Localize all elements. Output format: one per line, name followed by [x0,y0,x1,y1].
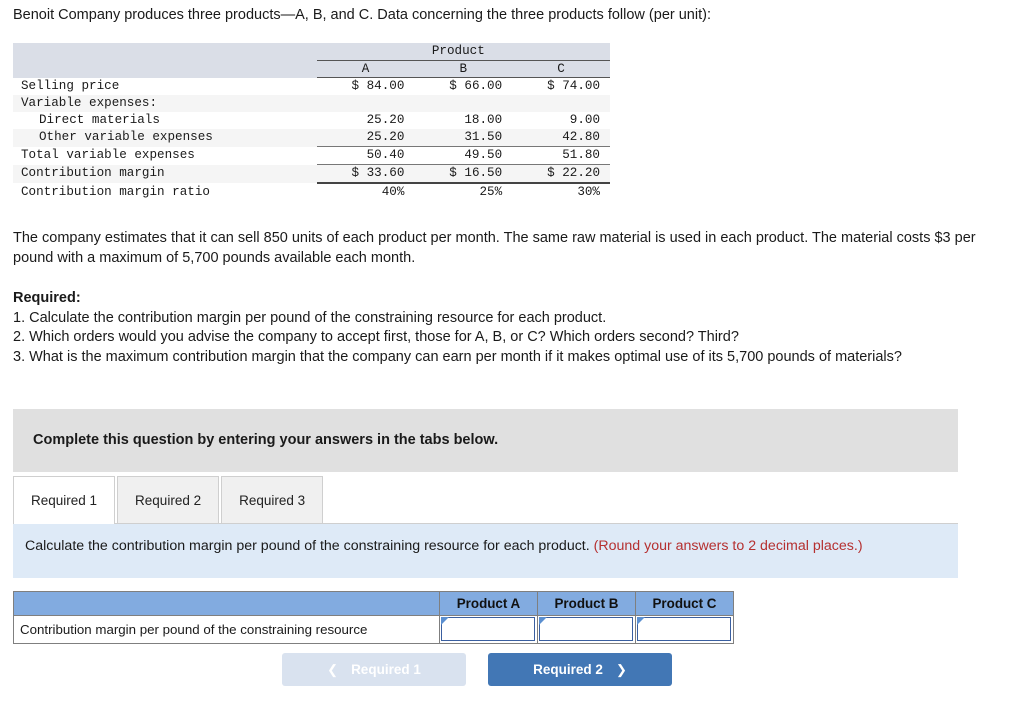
data-table-cell-c: 42.80 [512,129,610,147]
banner-text: Complete this question by entering your … [33,432,499,448]
data-table-cell-a: $ 33.60 [316,164,415,184]
answer-cell-product-b[interactable] [537,615,636,644]
chevron-left-icon: ❮ [327,661,339,677]
data-table-row-label: Variable expenses: [13,95,317,112]
required-item-2: 2. Which orders would you advise the com… [13,329,739,345]
tab-label: Required 1 [31,492,98,508]
data-table-cell-c: 9.00 [569,113,600,127]
data-table-row-label: Other variable expenses [13,129,317,147]
data-table-cell-c [512,95,610,112]
tab-required-2[interactable]: Required 2 [117,476,220,523]
table-row: Contribution margin $ 33.60 $ 16.50 $ 22.20 [13,164,610,184]
data-table-row-label: Direct materials [39,113,160,127]
prev-required-label: Required 1 [351,662,421,677]
data-table-column-header-row: ABC [13,60,610,78]
answer-cell-product-c[interactable] [635,615,734,644]
data-table-row-label: Contribution margin ratio [21,184,210,199]
table-row: Total variable expenses 50.40 49.50 51.80 [13,146,610,165]
answer-cell-product-a[interactable] [439,615,538,644]
table-row: Variable expenses: [13,95,610,112]
tab-navigation: ❮ Required 1 Required 2 ❯ [282,653,672,686]
answer-input-product-b[interactable] [539,617,633,641]
intro-paragraph: Benoit Company produces three products—A… [13,7,711,23]
required-block: Required: 1. Calculate the contribution … [13,289,1013,367]
data-table-corner-cell [13,43,317,61]
required-item-3: 3. What is the maximum contribution marg… [13,348,902,365]
table-row: Contribution margin per pound of the con… [13,615,734,644]
data-table-cell-b: 31.50 [414,129,513,147]
required-tabs: Required 1 Required 2 Required 3 [13,476,324,524]
data-table-cell-b: 49.50 [414,146,513,165]
question-panel: Calculate the contribution margin per po… [13,523,958,578]
answer-table-header-row: Product A Product B Product C [13,591,734,616]
answer-header-product-a: Product A [439,591,538,616]
data-table-group-header-row: Product [13,43,610,61]
chevron-right-icon: ❯ [615,661,627,677]
tab-required-3[interactable]: Required 3 [221,476,324,523]
data-table-cell-c: 30% [577,185,600,199]
prev-required-button[interactable]: ❮ Required 1 [282,653,466,686]
next-required-button[interactable]: Required 2 ❯ [488,653,672,686]
data-table-row-label: Contribution margin [13,164,317,183]
data-table-cell-b: $ 66.00 [449,79,503,93]
table-row: Selling price $ 84.00 $ 66.00 $ 74.00 [13,78,610,96]
data-table-cell-a: 25.20 [316,129,415,147]
data-table-corner-cell [13,60,317,78]
data-table-cell-b [414,95,513,112]
question-panel-text: Calculate the contribution margin per po… [25,536,944,557]
table-row: Direct materials 25.20 18.00 9.00 [13,112,610,129]
data-table-cell-b: $ 16.50 [414,164,513,184]
data-table-cell-b: 18.00 [464,113,503,127]
data-table-cell-a: 25.20 [366,113,405,127]
answer-header-blank [13,591,440,616]
data-table-cell-b: 25% [479,185,503,199]
data-table-row-label: Total variable expenses [21,148,195,162]
tab-label: Required 2 [135,492,202,508]
table-row: Other variable expenses 25.20 31.50 42.80 [13,129,610,147]
data-table-cell-a: $ 84.00 [351,79,405,93]
answer-input-product-c[interactable] [637,617,731,641]
data-table-column-header-b: B [414,60,513,78]
answer-header-product-c: Product C [635,591,734,616]
answer-table: Product A Product B Product C Contributi… [13,591,734,644]
product-data-table: Product A B C Selling price $ 84.00 $ 66.00 $ 7… [13,43,610,201]
next-required-label: Required 2 [533,662,603,677]
data-table-cell-a [316,95,415,112]
required-item-1: 1. Calculate the contribution margin per… [13,309,607,326]
data-table-cell-c: $ 22.20 [512,164,610,184]
answer-row-label: Contribution margin per pound of the con… [13,615,440,644]
data-table-cell-a: 40% [381,185,405,199]
table-row: Contribution margin ratio 40% 25% 30% [13,183,610,201]
data-table-row-label: Selling price [21,78,120,93]
question-rounding-note: (Round your answers to 2 decimal places.… [593,538,863,554]
tab-label: Required 3 [239,492,306,508]
answer-input-product-a[interactable] [441,617,535,641]
answer-header-product-b: Product B [537,591,636,616]
data-table-cell-c: $ 74.00 [547,79,600,93]
question-main-text: Calculate the contribution margin per po… [25,538,590,554]
data-table-cell-c: 51.80 [512,146,610,165]
data-table-column-header-a: A [316,60,415,78]
required-heading: Required: [13,290,81,306]
tab-required-1[interactable]: Required 1 [13,476,116,524]
data-table-group-header: Product [316,43,610,61]
data-table-cell-a: 50.40 [316,146,415,165]
complete-question-banner: Complete this question by entering your … [13,409,958,472]
data-table-column-header-c: C [512,60,610,78]
estimate-paragraph: The company estimates that it can sell 8… [13,230,976,266]
